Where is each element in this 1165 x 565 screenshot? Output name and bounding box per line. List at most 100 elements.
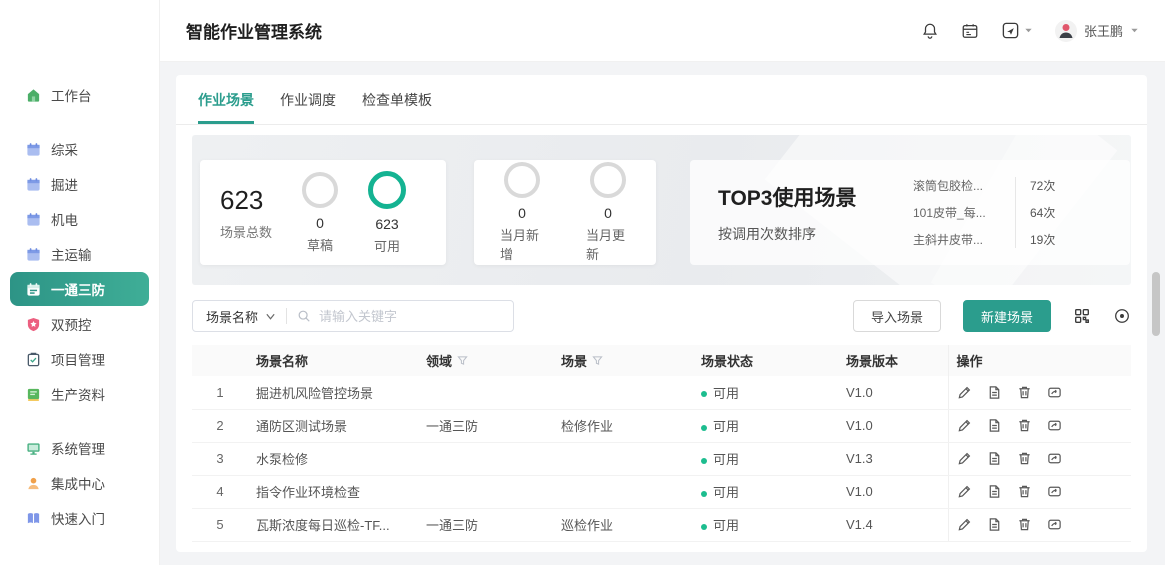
filter-icon[interactable] (457, 355, 468, 366)
tab-checklist-template[interactable]: 检查单模板 (362, 90, 432, 124)
status-text: 可用 (713, 485, 739, 500)
month-update-ring (590, 162, 626, 198)
cell-domain: 一通三防 (418, 409, 553, 442)
sidebar-item-label: 掘进 (51, 174, 78, 194)
table-row[interactable]: 4 指令作业环境检查 可用 V1.0 (192, 475, 1131, 508)
copy-file-icon[interactable] (987, 517, 1002, 532)
sidebar-item-jidian[interactable]: 机电 (10, 202, 149, 236)
sidebar-item-yitongsanfang[interactable]: 一通三防 (10, 272, 149, 306)
filter-icon[interactable] (592, 355, 603, 366)
edit-icon[interactable] (957, 418, 972, 433)
copy-file-icon[interactable] (987, 418, 1002, 433)
chevron-down-icon[interactable] (265, 311, 276, 322)
stats-banner: 623 场景总数 0 草稿 623 可用 (192, 135, 1131, 285)
grid-view-icon[interactable] (1073, 307, 1091, 325)
share-icon[interactable] (1047, 418, 1062, 433)
edit-icon[interactable] (957, 517, 972, 532)
sidebar-item-zhuyunshu[interactable]: 主运输 (10, 237, 149, 271)
status-text: 可用 (713, 518, 739, 533)
copy-file-icon[interactable] (987, 451, 1002, 466)
main-panel: 作业场景 作业调度 检查单模板 623 场景总数 0 草稿 (176, 75, 1147, 552)
status-dot (701, 391, 707, 397)
sidebar-item-shengchanziliao[interactable]: 生产资料 (10, 377, 149, 411)
header-domain: 领域 (418, 345, 553, 376)
calendar-icon (25, 281, 41, 297)
calendar-icon (25, 246, 41, 262)
month-new-stat: 0 当月新增 (500, 162, 544, 263)
sidebar-item-label: 工作台 (51, 85, 92, 105)
top3-names: 滚筒包胶检... 101皮带_每... 主斜井皮带... (913, 177, 1013, 248)
sidebar-group-gap (0, 113, 159, 132)
cell-domain (418, 475, 553, 508)
sidebar-item-label: 项目管理 (51, 349, 105, 369)
sidebar-item-jichengzhongxin[interactable]: 集成中心 (10, 466, 149, 500)
sidebar-item-label: 系统管理 (51, 438, 105, 458)
draft-label: 草稿 (307, 235, 333, 254)
top3-item-name[interactable]: 滚筒包胶检... (913, 177, 1013, 194)
search-icon (297, 309, 311, 323)
sidebar-item-label: 双预控 (51, 314, 92, 334)
status-dot (701, 491, 707, 497)
edit-icon[interactable] (957, 484, 972, 499)
edit-icon[interactable] (957, 385, 972, 400)
avatar (1055, 20, 1077, 42)
vertical-scrollbar[interactable] (1152, 272, 1160, 336)
sidebar-item-juejin[interactable]: 掘进 (10, 167, 149, 201)
sidebar-item-kuaisurumen[interactable]: 快速入门 (10, 501, 149, 535)
tab-bar: 作业场景 作业调度 检查单模板 (176, 75, 1147, 125)
sidebar-item-label: 生产资料 (51, 384, 105, 404)
create-scene-button[interactable]: 新建场景 (963, 300, 1051, 332)
bell-icon[interactable] (921, 22, 939, 40)
main-area: 智能作业管理系统 张王鹏 (160, 0, 1165, 565)
table-row[interactable]: 5 瓦斯浓度每日巡检-TF... 一通三防 巡检作业 可用 V1.4 (192, 508, 1131, 541)
settings-icon[interactable] (1113, 307, 1131, 325)
sidebar-item-xiangmuguanli[interactable]: 项目管理 (10, 342, 149, 376)
share-icon[interactable] (1047, 517, 1062, 532)
user-menu[interactable]: 张王鹏 (1055, 20, 1139, 42)
sidebar-item-label: 综采 (51, 139, 78, 159)
cell-actions (948, 475, 1131, 508)
filter-field-select[interactable]: 场景名称 (193, 307, 265, 326)
header-index (192, 345, 248, 376)
share-icon[interactable] (1047, 385, 1062, 400)
send-icon[interactable] (1001, 21, 1033, 40)
home-icon (25, 87, 41, 103)
copy-file-icon[interactable] (987, 484, 1002, 499)
search-combo: 场景名称 (192, 300, 514, 332)
import-scene-button[interactable]: 导入场景 (853, 300, 941, 332)
status-text: 可用 (713, 386, 739, 401)
table-row[interactable]: 3 水泵检修 可用 V1.3 (192, 442, 1131, 475)
delete-icon[interactable] (1017, 385, 1032, 400)
sidebar-item-xitongguanli[interactable]: 系统管理 (10, 431, 149, 465)
header-scene-name: 场景名称 (248, 345, 418, 376)
delete-icon[interactable] (1017, 451, 1032, 466)
delete-icon[interactable] (1017, 517, 1032, 532)
cell-domain (418, 376, 553, 409)
cell-scene: 巡检作业 (553, 508, 693, 541)
cell-status: 可用 (693, 409, 838, 442)
sidebar-item-workbench[interactable]: 工作台 (10, 78, 149, 112)
delete-icon[interactable] (1017, 418, 1032, 433)
cell-status: 可用 (693, 508, 838, 541)
copy-file-icon[interactable] (987, 385, 1002, 400)
delete-icon[interactable] (1017, 484, 1032, 499)
sidebar-item-zongcai[interactable]: 综采 (10, 132, 149, 166)
share-icon[interactable] (1047, 484, 1062, 499)
top3-item-name[interactable]: 主斜井皮带... (913, 231, 1013, 248)
cell-actions (948, 442, 1131, 475)
share-icon[interactable] (1047, 451, 1062, 466)
tab-work-schedule[interactable]: 作业调度 (280, 90, 336, 124)
sidebar-item-shuangyukong[interactable]: 双预控 (10, 307, 149, 341)
sidebar-item-label: 一通三防 (51, 279, 105, 299)
top3-item-name[interactable]: 101皮带_每... (913, 204, 1013, 221)
search-input[interactable] (319, 309, 513, 324)
edit-icon[interactable] (957, 451, 972, 466)
scene-table: 场景名称 领域 场景 场景状态 场景版本 (192, 345, 1131, 542)
sidebar: 工作台 综采 掘进 机电 主运输 (0, 0, 160, 565)
table-row[interactable]: 2 通防区测试场景 一通三防 检修作业 可用 V1.0 (192, 409, 1131, 442)
table-row[interactable]: 1 掘进机风险管控场景 可用 V1.0 (192, 376, 1131, 409)
tab-work-scene[interactable]: 作业场景 (198, 90, 254, 124)
calendar-icon[interactable] (961, 22, 979, 40)
cell-scene (553, 475, 693, 508)
header-domain-label: 领域 (426, 351, 452, 370)
